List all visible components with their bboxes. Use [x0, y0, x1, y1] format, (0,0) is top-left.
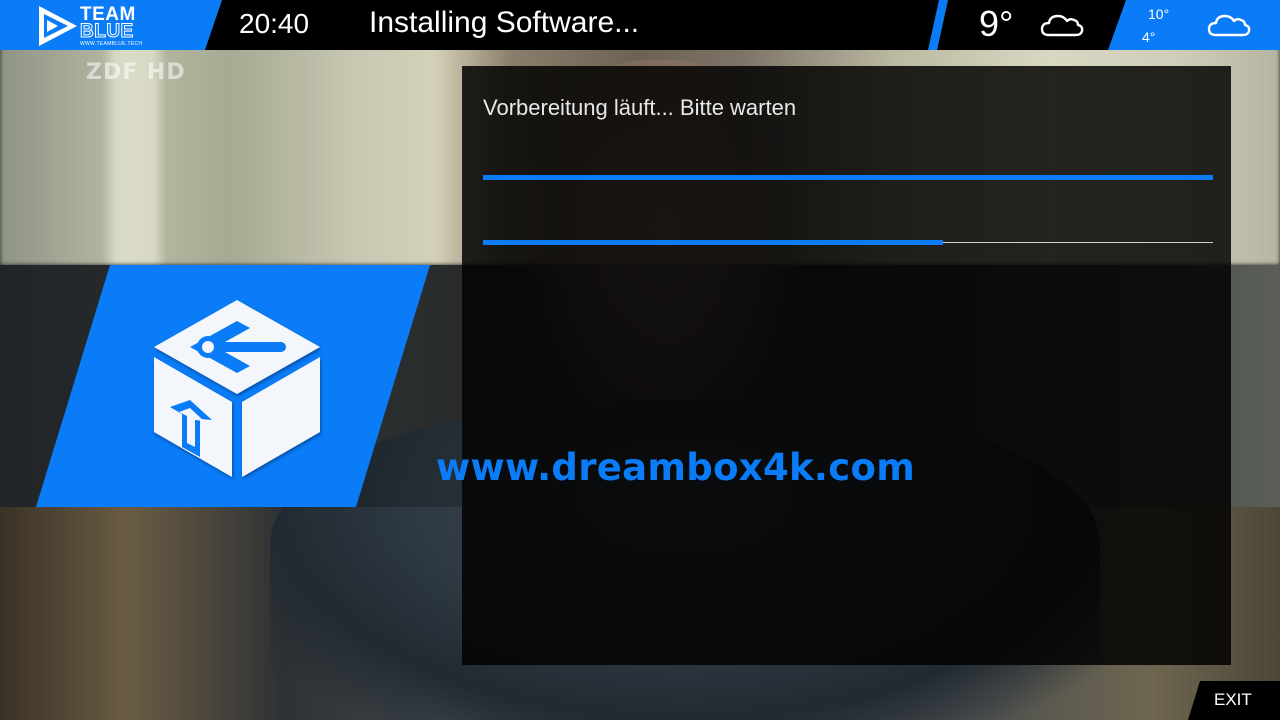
progress-fill — [483, 175, 1213, 180]
forecast-cloud-icon — [1207, 14, 1251, 37]
logo-url: WWW.TEAMBLUE.TECH — [80, 41, 143, 47]
page-title: Installing Software... — [369, 6, 640, 39]
logo-text-blue: BLUE — [80, 21, 134, 42]
watermark-url: www.dreambox4k.com — [436, 446, 916, 489]
software-package-icon — [154, 300, 320, 477]
cloud-icon — [1040, 14, 1084, 37]
clock: 20:40 — [239, 8, 310, 39]
header-weather-panel — [937, 0, 1127, 50]
current-progress-bar — [483, 240, 1213, 245]
current-temperature: 9° — [979, 3, 1014, 44]
exit-button-label[interactable]: EXIT — [1214, 690, 1252, 710]
channel-logo: ZDF HD — [86, 60, 186, 85]
header-forecast-panel — [1108, 0, 1280, 50]
teamblue-logo-icon — [39, 6, 77, 46]
progress-fill — [483, 240, 943, 245]
teamblue-logo: TEAM BLUE WWW.TEAMBLUE.TECH — [38, 4, 160, 48]
forecast-high: 10° — [1148, 6, 1170, 22]
header-bar: TEAM BLUE WWW.TEAMBLUE.TECH 20:40 Instal… — [0, 0, 1280, 50]
status-message: Vorbereitung läuft... Bitte warten — [483, 95, 797, 120]
total-progress-bar — [483, 175, 1213, 180]
forecast-low: 4° — [1142, 29, 1156, 45]
install-dialog: Vorbereitung läuft... Bitte warten — [462, 66, 1231, 665]
